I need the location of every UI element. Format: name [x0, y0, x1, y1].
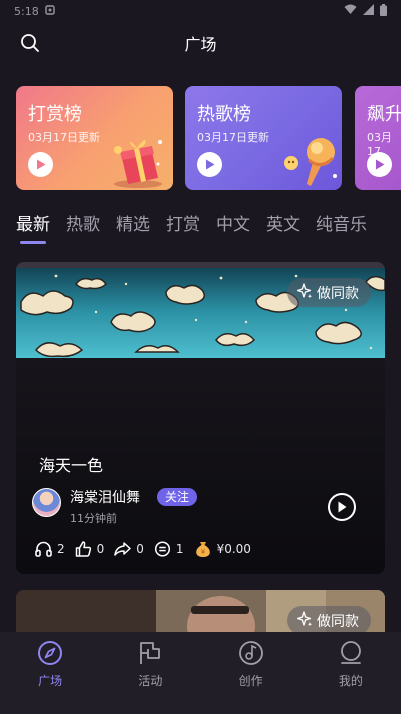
follow-button[interactable]: 关注 — [157, 488, 198, 506]
headphones-icon — [35, 541, 52, 557]
make-same-label: 做同款 — [317, 285, 359, 302]
listen-count[interactable]: 2 — [35, 541, 65, 557]
post-time: 11分钟前 — [70, 512, 117, 525]
make-same-label: 做同款 — [317, 613, 359, 630]
rank-card-hot-songs[interactable]: 热歌榜 03月17日更新 — [185, 86, 342, 190]
flag-icon — [137, 640, 163, 666]
play-icon — [338, 501, 347, 513]
rank-cards: 打赏榜 03月17日更新 热歌榜 03月17日更新 飙升 03月17 — [16, 86, 401, 190]
signal-icon — [363, 4, 374, 18]
gift-box-icon — [114, 139, 162, 188]
profile-icon — [338, 640, 364, 666]
listen-count-value: 2 — [57, 542, 65, 556]
search-icon[interactable] — [20, 33, 40, 53]
nav-label: 我的 — [338, 674, 363, 688]
rank-card-title: 打赏榜 — [28, 104, 82, 125]
rank-card-rising[interactable]: 飙升 03月17 — [355, 86, 401, 190]
nav-label: 广场 — [38, 674, 63, 688]
play-icon[interactable] — [197, 152, 222, 177]
notification-icon — [45, 4, 55, 18]
rank-card-reward[interactable]: 打赏榜 03月17日更新 — [16, 86, 173, 190]
money-bag-icon: ¥ — [195, 542, 210, 557]
nav-create[interactable]: 创作 — [211, 640, 291, 689]
tab-label: 热歌 — [66, 215, 100, 235]
reward-amount-value: ¥0.00 — [216, 542, 251, 556]
song-stats: 2 0 0 1 ¥ ¥0.00 — [35, 540, 261, 558]
author-name[interactable]: 海棠泪仙舞 — [70, 487, 140, 507]
status-time: 5:18 — [14, 4, 39, 18]
wifi-icon — [344, 4, 357, 18]
song-cover-image — [16, 262, 385, 358]
tab-label: 英文 — [266, 215, 300, 235]
reward-amount[interactable]: ¥ ¥0.00 — [194, 540, 251, 558]
sparkle-icon — [296, 610, 313, 631]
comment-count-value: 1 — [175, 542, 184, 556]
like-count-value: 0 — [96, 542, 105, 556]
tab-instrumental[interactable]: 纯音乐 — [316, 210, 367, 244]
nav-profile[interactable]: 我的 — [311, 640, 391, 689]
rank-card-date: 03月17日更新 — [197, 131, 269, 144]
play-button[interactable] — [328, 493, 356, 521]
disc-icon — [238, 640, 264, 666]
tab-english[interactable]: 英文 — [266, 210, 300, 244]
tab-label: 打赏 — [166, 215, 200, 235]
avatar[interactable] — [32, 488, 61, 517]
tab-label: 纯音乐 — [316, 215, 367, 235]
screen: 5:18 广场 打赏榜 03月17日更新 热歌榜 03月17日更新 飙升 03月… — [0, 0, 401, 714]
comment-icon — [154, 541, 170, 557]
tab-label: 精选 — [116, 215, 150, 235]
like-count[interactable]: 0 — [75, 541, 105, 557]
tab-label: 最新 — [16, 215, 50, 235]
share-count[interactable]: 0 — [114, 541, 144, 557]
bottom-navigation: 广场 活动 创作 我的 — [0, 632, 401, 714]
svg-text:¥: ¥ — [200, 548, 205, 556]
make-same-button[interactable]: 做同款 — [287, 606, 371, 635]
song-card[interactable]: 做同款 海天一色 海棠泪仙舞 关注 11分钟前 2 0 0 1 ¥ ¥0.00 — [16, 262, 385, 574]
compass-icon — [37, 640, 63, 666]
battery-icon — [380, 3, 387, 19]
share-count-value: 0 — [136, 542, 144, 556]
tab-label: 中文 — [216, 215, 250, 235]
nav-plaza[interactable]: 广场 — [10, 640, 90, 689]
make-same-button[interactable]: 做同款 — [287, 278, 371, 307]
tab-hot[interactable]: 热歌 — [66, 210, 100, 244]
rank-card-title: 飙升 — [367, 104, 401, 125]
tab-featured[interactable]: 精选 — [116, 210, 150, 244]
tab-indicator — [20, 241, 46, 244]
play-icon[interactable] — [28, 152, 53, 177]
tab-reward[interactable]: 打赏 — [166, 210, 200, 244]
song-title: 海天一色 — [39, 456, 104, 475]
sparkle-icon — [296, 282, 313, 303]
rank-card-title: 热歌榜 — [197, 104, 251, 125]
tab-latest[interactable]: 最新 — [16, 210, 50, 244]
nav-label: 活动 — [138, 674, 163, 688]
share-icon — [114, 542, 132, 556]
nav-activity[interactable]: 活动 — [110, 640, 190, 689]
tab-chinese[interactable]: 中文 — [216, 210, 250, 244]
microphone-icon — [284, 138, 337, 186]
rank-card-date: 03月17日更新 — [28, 131, 100, 144]
category-tabs: 最新 热歌 精选 打赏 中文 英文 纯音乐 — [16, 210, 383, 244]
play-icon[interactable] — [367, 152, 392, 177]
nav-label: 创作 — [238, 674, 263, 688]
page-title: 广场 — [184, 35, 217, 54]
status-bar: 5:18 — [0, 0, 401, 22]
comment-count[interactable]: 1 — [154, 541, 184, 557]
header: 广场 — [0, 22, 401, 64]
thumbs-up-icon — [75, 541, 91, 557]
